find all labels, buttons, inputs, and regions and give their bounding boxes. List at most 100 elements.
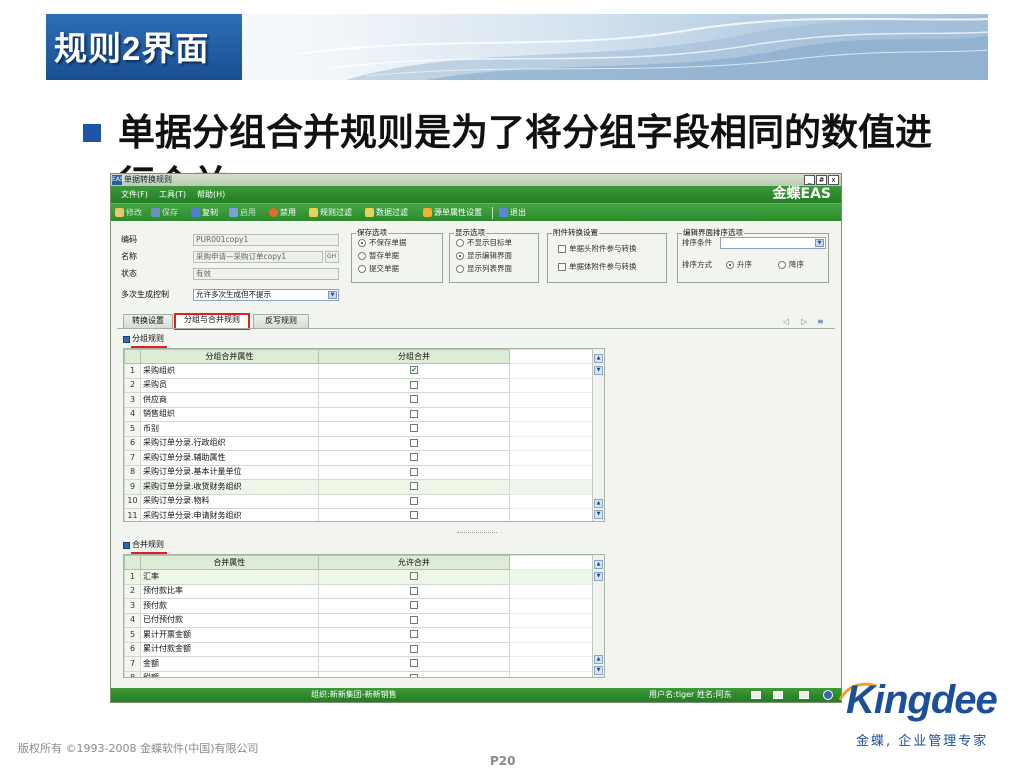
display-opt-edit[interactable]: 显示编辑界面 bbox=[456, 251, 512, 261]
checkbox-cell[interactable] bbox=[317, 421, 511, 437]
checkbox-cell[interactable] bbox=[317, 508, 511, 521]
checkbox-cell[interactable] bbox=[317, 641, 511, 657]
restore-button[interactable]: # bbox=[816, 175, 827, 185]
attach-opt-header[interactable]: 单据头附件参与转换 bbox=[558, 244, 637, 254]
checkbox-cell[interactable] bbox=[317, 569, 511, 585]
checkbox-icon[interactable] bbox=[410, 453, 418, 462]
menu-file[interactable]: 文件(F) bbox=[121, 189, 148, 200]
copy-button[interactable]: 复制 bbox=[191, 207, 218, 218]
checkbox-icon[interactable] bbox=[410, 467, 418, 476]
checkbox-cell[interactable] bbox=[317, 583, 511, 599]
close-button[interactable]: x bbox=[828, 175, 839, 185]
name-field[interactable]: 采购申请—采购订单copy1 bbox=[193, 251, 323, 263]
checkbox-icon[interactable] bbox=[410, 438, 418, 447]
attach-opt-body[interactable]: 单据体附件参与转换 bbox=[558, 262, 637, 272]
tab-writeback-rules[interactable]: 反写规则 bbox=[253, 314, 309, 328]
table-row[interactable]: 6 累计付款金额 bbox=[124, 641, 604, 657]
checkbox-icon[interactable] bbox=[410, 409, 418, 418]
checkbox-icon[interactable] bbox=[410, 482, 418, 491]
checkbox-cell[interactable] bbox=[317, 392, 511, 408]
checkbox-cell[interactable] bbox=[317, 670, 511, 677]
checkbox-icon[interactable] bbox=[409, 644, 418, 653]
edit-button[interactable]: 修改 bbox=[115, 207, 142, 218]
enable-button[interactable]: 启用 bbox=[229, 207, 256, 218]
scroll-down-icon[interactable]: ▼ bbox=[594, 510, 603, 519]
checkbox-cell[interactable] bbox=[317, 598, 511, 614]
pane-splitter[interactable] bbox=[457, 532, 497, 534]
table-row[interactable]: 3 供应商 bbox=[124, 392, 604, 408]
checkbox-icon[interactable] bbox=[409, 659, 418, 668]
merge-grid-scrollbar[interactable]: ▲ ▼ ▲ ▼ bbox=[592, 555, 604, 677]
checkbox-icon[interactable]: ✔ bbox=[410, 366, 418, 375]
table-row[interactable]: 1 汇率 bbox=[124, 569, 604, 585]
checkbox-cell[interactable] bbox=[317, 479, 511, 495]
scroll-up-icon[interactable]: ▲ bbox=[594, 655, 603, 664]
checkbox-cell[interactable] bbox=[317, 627, 511, 643]
table-row[interactable]: 3 预付款 bbox=[124, 598, 604, 614]
help-icon[interactable] bbox=[823, 690, 833, 700]
checkbox-icon[interactable] bbox=[409, 601, 418, 610]
table-row[interactable]: 7 金额 bbox=[124, 656, 604, 672]
scroll-down-icon[interactable]: ▼ bbox=[594, 572, 603, 581]
checkbox-cell[interactable] bbox=[317, 464, 511, 480]
multilang-button[interactable]: GH bbox=[325, 251, 339, 263]
save-opt-submit[interactable]: 提交单据 bbox=[358, 264, 399, 274]
checkbox-icon[interactable] bbox=[409, 615, 418, 624]
table-row[interactable]: 8 税额 bbox=[124, 670, 604, 677]
scroll-up-icon[interactable]: ▲ bbox=[594, 499, 603, 508]
checkbox-cell[interactable] bbox=[317, 377, 511, 393]
group-grid-scrollbar[interactable]: ▲ ▼ ▲ ▼ bbox=[592, 349, 604, 521]
checkbox-icon[interactable] bbox=[410, 395, 418, 404]
exit-button[interactable]: 退出 bbox=[499, 207, 526, 218]
checkbox-cell[interactable] bbox=[317, 406, 511, 422]
table-row[interactable]: 2 预付款比率 bbox=[124, 583, 604, 599]
sort-cond-select[interactable]: ▼ bbox=[720, 237, 826, 249]
checkbox-icon[interactable] bbox=[410, 496, 418, 505]
calendar-icon[interactable] bbox=[799, 691, 809, 699]
message-icon[interactable] bbox=[773, 691, 783, 699]
table-row[interactable]: 1 采购组织 ✔ bbox=[124, 363, 604, 379]
display-opt-list[interactable]: 显示列表界面 bbox=[456, 264, 512, 274]
table-row[interactable]: 11 采购订单分录.申请财务组织 bbox=[124, 508, 604, 521]
checkbox-icon[interactable] bbox=[409, 572, 418, 581]
rule-filter-button[interactable]: 规则过滤 bbox=[309, 207, 352, 218]
checkbox-icon[interactable] bbox=[410, 424, 418, 433]
minimize-button[interactable]: _ bbox=[804, 175, 815, 185]
checkbox-cell[interactable] bbox=[317, 493, 511, 509]
menu-help[interactable]: 帮助(H) bbox=[197, 189, 225, 200]
table-row[interactable]: 4 销售组织 bbox=[124, 406, 604, 422]
tab-list-icon[interactable]: ≡ bbox=[817, 317, 824, 326]
code-field[interactable]: PUR001copy1 bbox=[193, 234, 339, 246]
checkbox-cell[interactable]: ✔ bbox=[317, 363, 511, 379]
source-attr-button[interactable]: 源单属性设置 bbox=[423, 207, 482, 218]
table-row[interactable]: 9 采购订单分录.收货财务组织 bbox=[124, 479, 604, 495]
checkbox-cell[interactable] bbox=[317, 656, 511, 672]
checkbox-cell[interactable] bbox=[317, 435, 511, 451]
sort-asc-radio[interactable]: 升序 bbox=[726, 260, 752, 270]
disable-button[interactable]: 禁用 bbox=[269, 207, 296, 218]
table-row[interactable]: 6 采购订单分录.行政组织 bbox=[124, 435, 604, 451]
multi-gen-select[interactable]: 允许多次生成但不提示 ▼ bbox=[193, 289, 339, 301]
table-row[interactable]: 10 采购订单分录.物料 bbox=[124, 493, 604, 509]
tab-next-icon[interactable]: ▷ bbox=[801, 317, 807, 326]
checkbox-icon[interactable] bbox=[409, 673, 418, 677]
checkbox-icon[interactable] bbox=[409, 586, 418, 595]
scroll-down-icon[interactable]: ▼ bbox=[594, 666, 603, 675]
table-row[interactable]: 8 采购订单分录.基本计量单位 bbox=[124, 464, 604, 480]
table-row[interactable]: 7 采购订单分录.辅助属性 bbox=[124, 450, 604, 466]
tab-prev-icon[interactable]: ◁ bbox=[783, 317, 789, 326]
checkbox-icon[interactable] bbox=[410, 511, 418, 520]
display-opt-none[interactable]: 不显示目标单 bbox=[456, 238, 512, 248]
checkbox-cell[interactable] bbox=[317, 612, 511, 628]
scroll-up-icon[interactable]: ▲ bbox=[594, 560, 603, 569]
data-filter-button[interactable]: 数据过滤 bbox=[365, 207, 408, 218]
save-opt-none[interactable]: 不保存单据 bbox=[358, 238, 407, 248]
table-row[interactable]: 5 累计开票金额 bbox=[124, 627, 604, 643]
scroll-up-icon[interactable]: ▲ bbox=[594, 354, 603, 363]
save-opt-draft[interactable]: 暂存单据 bbox=[358, 251, 399, 261]
scroll-down-icon[interactable]: ▼ bbox=[594, 366, 603, 375]
table-row[interactable]: 2 采购员 bbox=[124, 377, 604, 393]
menu-tools[interactable]: 工具(T) bbox=[159, 189, 186, 200]
tab-conversion-settings[interactable]: 转换设置 bbox=[123, 314, 173, 328]
checkbox-icon[interactable] bbox=[410, 380, 418, 389]
